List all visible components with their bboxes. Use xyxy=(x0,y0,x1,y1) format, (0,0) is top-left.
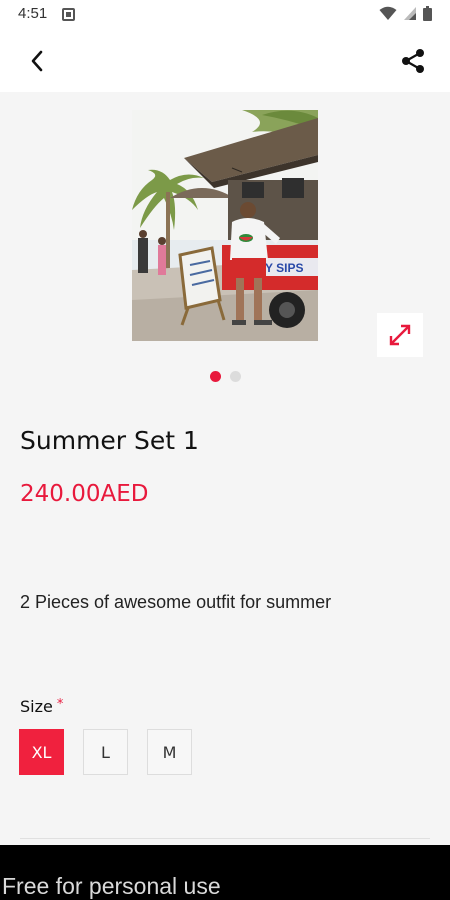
chevron-left-icon xyxy=(31,50,43,72)
status-time: 4:51 xyxy=(18,5,48,22)
watermark-text: Free for personal use xyxy=(2,873,221,899)
required-mark: * xyxy=(56,697,64,712)
battery-icon xyxy=(423,6,432,21)
pagination-dot[interactable] xyxy=(229,371,241,382)
expand-arrows-icon xyxy=(389,324,411,346)
status-bar: 4:51 xyxy=(0,0,450,30)
product-price: 240.00AED xyxy=(20,481,149,507)
product-photo: ICY SIPS ICY SIPS xyxy=(132,110,318,341)
signal-icon xyxy=(404,7,416,20)
product-description: 2 Pieces of awesome outfit for summer xyxy=(20,592,332,612)
notification-icon xyxy=(62,8,75,21)
gallery-pagination xyxy=(0,371,450,382)
size-label: Size * xyxy=(20,697,63,716)
size-options: XL L M xyxy=(19,729,192,775)
size-option-m[interactable]: M xyxy=(147,729,192,775)
product-image[interactable]: ICY SIPS ICY SIPS xyxy=(132,110,318,341)
expand-button[interactable] xyxy=(377,313,423,357)
product-title: Summer Set 1 xyxy=(20,426,199,455)
size-option-xl[interactable]: XL xyxy=(19,729,64,775)
size-option-l[interactable]: L xyxy=(83,729,128,775)
pagination-dot-active[interactable] xyxy=(209,371,221,382)
status-icons xyxy=(379,6,432,21)
footer-bar: Free for personal use xyxy=(0,845,450,900)
share-icon xyxy=(402,49,424,73)
divider xyxy=(20,838,430,839)
product-gallery[interactable]: ICY SIPS ICY SIPS xyxy=(0,92,450,392)
share-button[interactable] xyxy=(396,44,430,78)
back-button[interactable] xyxy=(20,45,54,77)
wifi-icon xyxy=(379,6,397,20)
size-label-text: Size xyxy=(20,697,53,716)
app-bar xyxy=(0,30,450,92)
